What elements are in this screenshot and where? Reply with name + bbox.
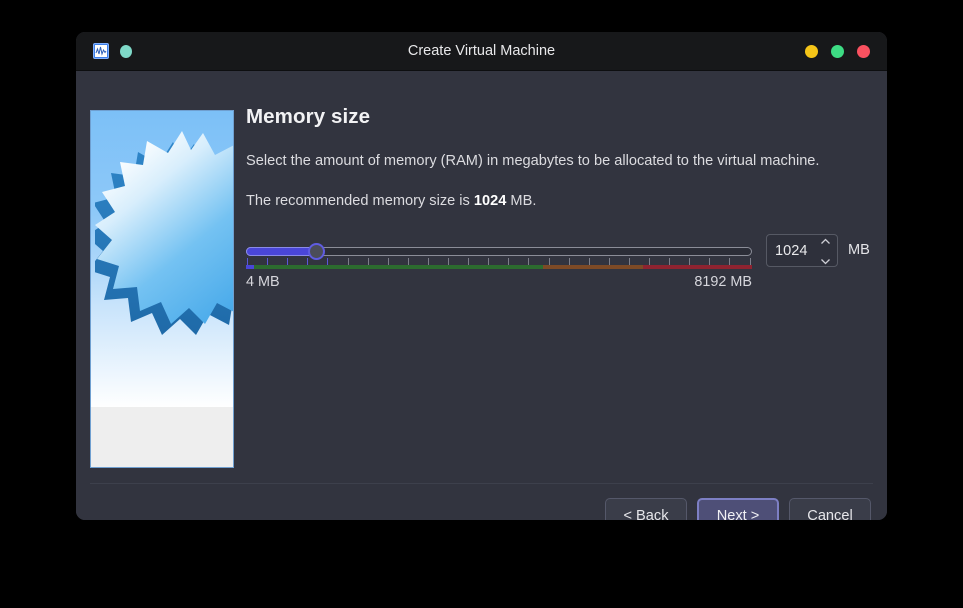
page-title: Memory size <box>246 105 371 128</box>
memory-size-spinbox[interactable]: 1024 <box>766 234 838 267</box>
wizard-footer: < Back Next > Cancel <box>605 498 871 520</box>
window-controls <box>805 32 870 70</box>
title-bar: Create Virtual Machine <box>76 32 887 71</box>
spinbox-arrows <box>820 232 831 270</box>
wizard-content: Memory size Select the amount of memory … <box>246 105 871 294</box>
back-button[interactable]: < Back <box>605 498 687 520</box>
close-button[interactable] <box>857 44 870 58</box>
recommendation-text: The recommended memory size is 1024 MB. <box>246 190 846 212</box>
wizard-starburst-graphic <box>90 110 234 468</box>
recommendation-prefix: The recommended memory size is <box>246 193 474 209</box>
starburst-icon <box>95 131 233 335</box>
memory-size-value[interactable]: 1024 <box>775 243 820 259</box>
chevron-down-icon[interactable] <box>820 252 831 270</box>
slider-min-label: 4 MB <box>246 274 280 290</box>
recommendation-suffix: MB. <box>506 193 537 209</box>
sidebar-gray-band <box>91 407 233 467</box>
dialog-body: Memory size Select the amount of memory … <box>76 71 887 520</box>
slider-color-scale <box>246 265 752 269</box>
cancel-button[interactable]: Cancel <box>789 498 871 520</box>
slider-color-segment <box>643 265 752 269</box>
slider-color-segment <box>543 265 643 269</box>
create-virtual-machine-dialog: Create Virtual Machine Memory size Selec… <box>76 32 887 520</box>
window-title: Create Virtual Machine <box>407 43 556 59</box>
maximize-button[interactable] <box>831 44 844 58</box>
memory-size-slider[interactable] <box>246 234 752 269</box>
footer-separator <box>90 483 873 484</box>
memory-size-row: 1024 MB <box>246 234 871 269</box>
chevron-up-icon[interactable] <box>820 232 831 250</box>
slider-max-label: 8192 MB <box>694 274 752 290</box>
recommendation-value: 1024 <box>473 193 507 209</box>
slider-range-labels: 4 MB 8192 MB <box>246 274 752 294</box>
screen: Create Virtual Machine Memory size Selec… <box>0 0 963 608</box>
minimize-button[interactable] <box>805 44 818 58</box>
memory-unit-label: MB <box>848 242 870 258</box>
slider-color-segment <box>246 265 254 269</box>
description-text: Select the amount of memory (RAM) in meg… <box>246 153 820 169</box>
next-button[interactable]: Next > <box>697 498 779 520</box>
slider-color-segment <box>254 265 543 269</box>
